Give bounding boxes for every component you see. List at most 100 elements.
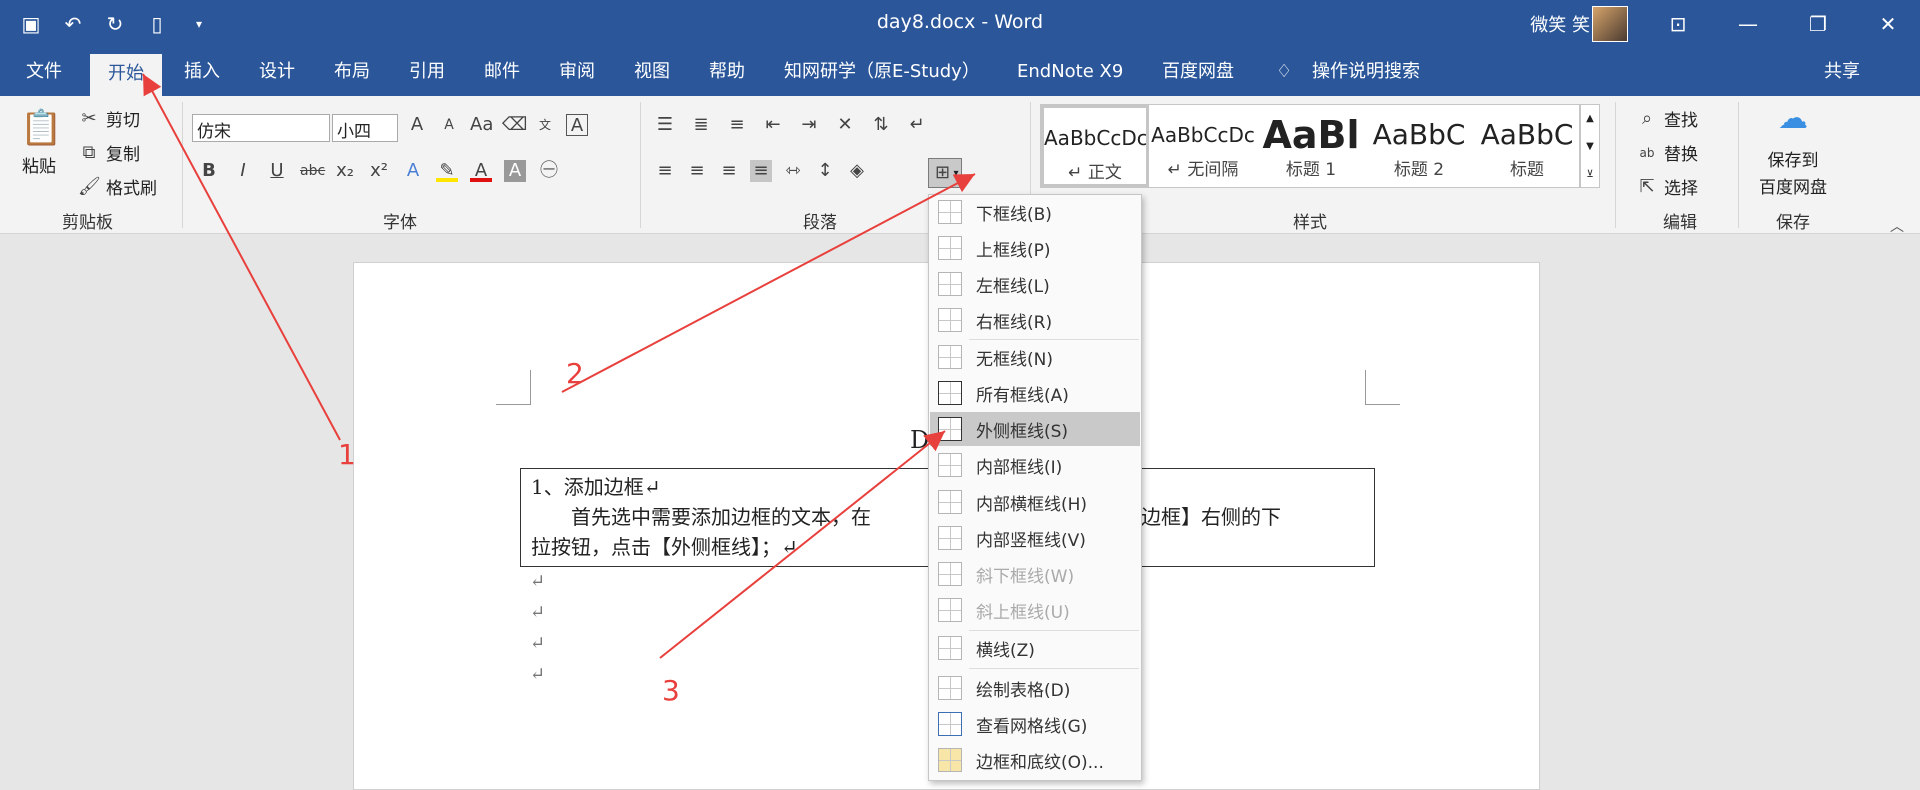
menu-item-no-border[interactable]: 无框线(N) [930, 340, 1140, 374]
italic-icon[interactable]: I [232, 160, 254, 182]
tab-insert[interactable]: 插入 [180, 48, 224, 96]
grow-font-icon[interactable]: A [406, 114, 428, 136]
menu-item-bottom-border[interactable]: 下框线(B) [930, 195, 1140, 229]
show-marks-icon[interactable]: ↵ [906, 114, 928, 136]
menu-item-label: 斜下框线(W) [976, 566, 1075, 587]
borders-dropdown-arrow-icon[interactable]: ▾ [953, 168, 958, 179]
tab-layout[interactable]: 布局 [330, 48, 374, 96]
font-size-select[interactable]: 小四 [332, 114, 398, 142]
menu-item-label: 查看网格线(G) [976, 716, 1088, 737]
replace-button[interactable]: ab 替换 [1636, 140, 1699, 165]
style-title[interactable]: AaBbC 标题 [1473, 105, 1581, 187]
tab-help[interactable]: 帮助 [705, 48, 749, 96]
enclose-characters-icon[interactable]: ㊀ [538, 160, 560, 182]
line-spacing-icon[interactable]: ↕ [814, 160, 836, 182]
shading-icon[interactable]: ◈ [846, 160, 868, 182]
tab-endnote[interactable]: EndNote X9 [1013, 48, 1127, 96]
menu-item-view-gridlines[interactable]: 查看网格线(G) [930, 707, 1140, 741]
style-name: 标题 1 [1285, 160, 1337, 180]
tab-baidu[interactable]: 百度网盘 [1158, 48, 1238, 96]
bullets-icon[interactable]: ☰ [654, 114, 676, 136]
distributed-icon[interactable]: ⇿ [782, 160, 804, 182]
save-to-baidu-button[interactable]: ☁ 保存到 百度网盘 [1750, 104, 1836, 199]
superscript-icon[interactable]: x² [368, 160, 390, 182]
group-label-editing: 编辑 [1663, 213, 1697, 233]
close-button[interactable]: ✕ [1860, 0, 1916, 48]
decrease-indent-icon[interactable]: ⇤ [762, 114, 784, 136]
menu-item-label: 内部横框线(H) [976, 494, 1088, 515]
multilevel-list-icon[interactable]: ≡ [726, 114, 748, 136]
style-heading2[interactable]: AaBbC 标题 2 [1365, 105, 1473, 187]
menu-item-label: 右框线(R) [976, 312, 1053, 333]
select-button[interactable]: ⇱ 选择 [1636, 174, 1698, 200]
menu-item-draw-table[interactable]: 绘制表格(D) [930, 671, 1140, 705]
align-right-icon[interactable]: ≡ [718, 160, 740, 182]
align-left-icon[interactable]: ≡ [654, 160, 676, 182]
underline-icon[interactable]: U [266, 160, 288, 182]
asian-layout-icon[interactable]: ✕ [834, 114, 856, 136]
cut-button[interactable]: ✂ 剪切 [78, 106, 140, 132]
style-no-spacing[interactable]: AaBbCcDc ↵ 无间隔 [1149, 105, 1257, 187]
character-shading-icon[interactable]: A [504, 160, 526, 182]
collapse-ribbon-icon[interactable]: ︿ [1890, 216, 1904, 236]
menu-item-borders-shading[interactable]: 边框和底纹(O)... [930, 743, 1140, 777]
ribbon-separator [182, 102, 183, 228]
minimize-button[interactable]: — [1720, 0, 1776, 48]
ribbon-display-options-icon[interactable]: ⊡ [1650, 0, 1706, 48]
styles-scroll[interactable]: ▲ ▼ ⊻ [1580, 104, 1600, 188]
tab-file[interactable]: 文件 [22, 48, 66, 96]
avatar[interactable] [1592, 6, 1628, 42]
menu-item-top-border[interactable]: 上框线(P) [930, 231, 1140, 265]
phonetic-guide-icon[interactable]: 文 [534, 114, 556, 136]
tab-estudy[interactable]: 知网研学（原E-Study） [780, 48, 984, 96]
style-heading1[interactable]: AaBl 标题 1 [1257, 105, 1365, 187]
tab-review[interactable]: 审阅 [555, 48, 599, 96]
tab-design[interactable]: 设计 [255, 48, 299, 96]
ribbon-tabs: 文件 开始 插入 设计 布局 引用 邮件 审阅 视图 帮助 知网研学（原E-St… [0, 48, 1920, 96]
sort-icon[interactable]: ⇅ [870, 114, 892, 136]
tab-references[interactable]: 引用 [405, 48, 449, 96]
numbering-icon[interactable]: ≣ [690, 114, 712, 136]
menu-item-left-border[interactable]: 左框线(L) [930, 267, 1140, 301]
find-button[interactable]: ⌕ 查找 [1636, 106, 1698, 132]
menu-item-label: 下框线(B) [976, 204, 1052, 225]
menu-item-inside-vertical[interactable]: 内部竖框线(V) [930, 521, 1140, 555]
tab-home[interactable]: 开始 [90, 54, 162, 96]
tab-view[interactable]: 视图 [630, 48, 674, 96]
bold-icon[interactable]: B [198, 160, 220, 182]
inside-vertical-border-icon [938, 526, 962, 550]
top-border-icon [938, 236, 962, 260]
menu-item-outside-borders[interactable]: 外侧框线(S) [930, 412, 1140, 446]
style-normal[interactable]: AaBbCcDc ↵ 正文 [1041, 105, 1149, 187]
menu-item-right-border[interactable]: 右框线(R) [930, 303, 1140, 337]
menu-item-inside-borders[interactable]: 内部框线(I) [930, 448, 1140, 482]
borders-shading-icon [938, 748, 962, 772]
paste-button[interactable]: 📋 粘贴 [20, 106, 62, 177]
font-name-select[interactable]: 仿宋 [192, 114, 330, 142]
menu-item-inside-horizontal[interactable]: 内部横框线(H) [930, 485, 1140, 519]
borders-button[interactable]: ⊞ ▾ [928, 158, 962, 188]
share-button[interactable]: 共享 [1820, 48, 1864, 96]
subscript-icon[interactable]: x₂ [334, 160, 356, 182]
copy-button[interactable]: ⧉ 复制 [78, 140, 140, 166]
increase-indent-icon[interactable]: ⇥ [798, 114, 820, 136]
character-border-icon[interactable]: A [566, 114, 588, 136]
restore-button[interactable]: ❐ [1790, 0, 1846, 48]
align-center-icon[interactable]: ≡ [686, 160, 708, 182]
strikethrough-icon[interactable]: abc [300, 160, 325, 182]
tell-me-search[interactable]: 操作说明搜索 [1308, 48, 1424, 96]
highlight-color-icon[interactable]: ✎ [436, 160, 458, 182]
font-color-icon[interactable]: A [470, 160, 492, 182]
scissors-icon: ✂ [81, 107, 97, 129]
change-case-icon[interactable]: Aa [470, 114, 493, 136]
justify-icon[interactable]: ≡ [750, 160, 772, 182]
clear-format-icon[interactable]: ⌫ [502, 114, 527, 136]
tab-mailings[interactable]: 邮件 [480, 48, 524, 96]
menu-item-all-borders[interactable]: 所有框线(A) [930, 376, 1140, 410]
menu-item-label: 所有框线(A) [976, 385, 1069, 406]
shrink-font-icon[interactable]: A [438, 114, 460, 136]
lightbulb-icon[interactable]: ♢ [1272, 48, 1296, 96]
format-painter-button[interactable]: 🖌 格式刷 [78, 174, 157, 200]
menu-item-horizontal-line[interactable]: 横线(Z) [930, 631, 1140, 665]
text-effects-icon[interactable]: A [402, 160, 424, 182]
